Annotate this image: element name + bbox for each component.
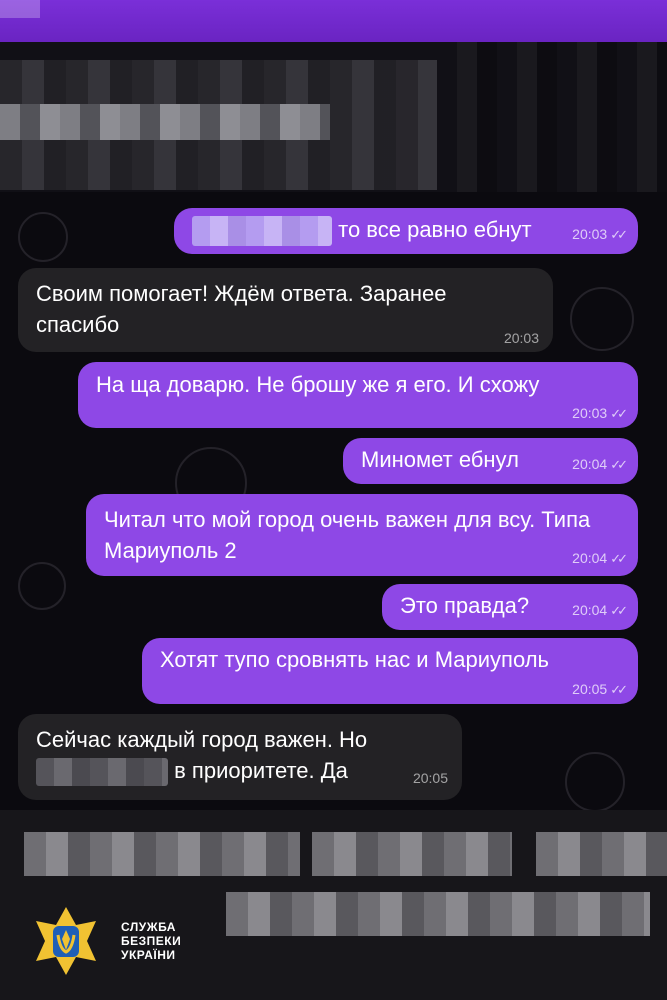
message-bubble-outgoing[interactable]: Хотят тупо сровнять нас и Мариуполь 20:0… (142, 638, 638, 704)
message-time: 20:04 ✓✓ (572, 550, 628, 566)
message-bubble-outgoing[interactable]: На ща доварю. Не брошу же я его. И схожу… (78, 362, 638, 428)
message-text: Миномет ебнул (361, 447, 519, 472)
message-text: Своим помогает! Ждём ответа. Заранее спа… (36, 281, 447, 337)
message-text-line: Сейчас каждый город важен. Но (36, 727, 368, 752)
read-check-icon: ✓✓ (610, 551, 628, 566)
message-bubble-outgoing[interactable]: то все равно ебнут 20:03 ✓✓ (174, 208, 638, 254)
redacted-text (36, 758, 168, 787)
read-check-icon: ✓✓ (610, 406, 628, 421)
message-bubble-outgoing[interactable]: Миномет ебнул 20:04 ✓✓ (343, 438, 638, 484)
read-check-icon: ✓✓ (610, 603, 628, 618)
message-text: то все равно ебнут (338, 217, 532, 242)
doodle-icon (570, 287, 634, 351)
message-time: 20:05 (412, 770, 448, 786)
redacted-header-area (437, 42, 667, 192)
message-text: Хотят тупо сровнять нас и Мариуполь (160, 647, 550, 672)
doodle-icon (18, 212, 68, 262)
redacted-text-row (226, 892, 650, 936)
message-bubble-outgoing[interactable]: Читал что мой город очень важен для всу.… (86, 494, 638, 576)
message-time: 20:04 ✓✓ (572, 456, 628, 472)
top-accent-bar (0, 0, 667, 42)
doodle-icon (565, 752, 625, 812)
message-time: 20:03 ✓✓ (572, 405, 628, 421)
redacted-text-row (536, 832, 667, 876)
message-bubble-incoming[interactable]: Сейчас каждый город важен. Но в приорите… (18, 714, 462, 800)
chat-area[interactable]: то все равно ебнут 20:03 ✓✓ Своим помогае… (0, 192, 667, 812)
read-check-icon: ✓✓ (610, 457, 628, 472)
message-text: Читал что мой город очень важен для всу.… (104, 507, 591, 563)
doodle-icon (18, 562, 66, 610)
sbu-watermark: СЛУЖБА БЕЗПЕКИ УКРАЇНИ (25, 905, 181, 977)
message-bubble-incoming[interactable]: Своим помогает! Ждём ответа. Заранее спа… (18, 268, 553, 352)
redacted-text (192, 216, 332, 247)
message-text-line: в приоритете. Да (36, 755, 440, 787)
message-text: Это правда? (400, 593, 530, 618)
redacted-contact-name (0, 60, 440, 190)
message-text: На ща доварю. Не брошу же я его. И схожу (96, 372, 540, 397)
read-check-icon: ✓✓ (610, 227, 628, 242)
message-bubble-outgoing[interactable]: Это правда? 20:04 ✓✓ (382, 584, 638, 630)
sbu-text: СЛУЖБА БЕЗПЕКИ УКРАЇНИ (121, 920, 182, 962)
message-time: 20:04 ✓✓ (572, 602, 628, 618)
redacted-text-row (312, 832, 512, 876)
sbu-shield-icon (25, 905, 107, 977)
message-time: 20:05 ✓✓ (572, 681, 628, 697)
read-check-icon: ✓✓ (610, 682, 628, 697)
message-time: 20:03 (503, 330, 539, 346)
chat-header (0, 42, 667, 192)
redacted-text-row (24, 832, 300, 876)
message-time: 20:03 ✓✓ (572, 226, 628, 242)
